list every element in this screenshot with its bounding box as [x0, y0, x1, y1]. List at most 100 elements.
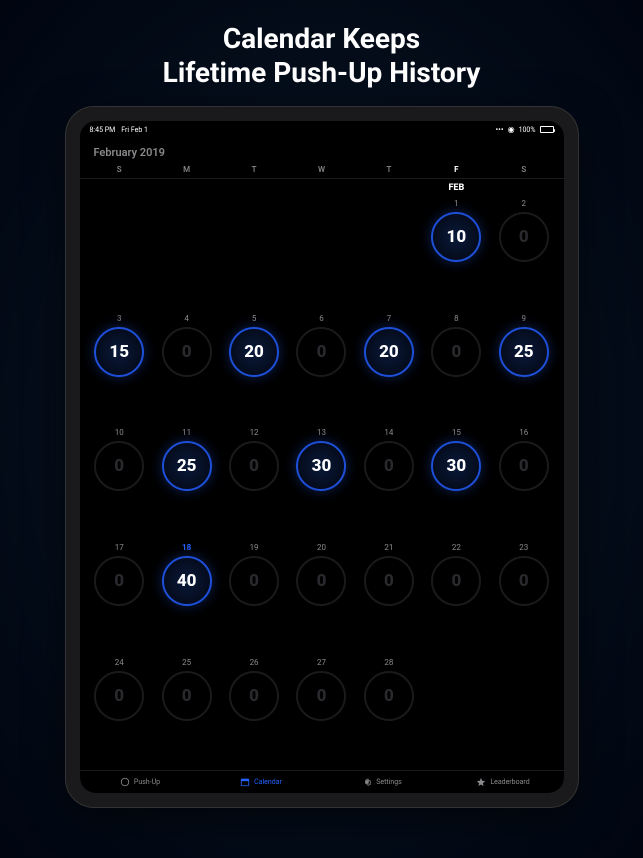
marketing-headline: Calendar Keeps Lifetime Push-Up History [163, 22, 481, 89]
tab-label: Settings [376, 778, 402, 786]
day-circle[interactable]: 0 [431, 327, 481, 377]
day-circle[interactable]: 0 [94, 671, 144, 721]
day-cell[interactable]: 1530 [423, 424, 490, 539]
day-cell[interactable]: 80 [423, 310, 490, 425]
signal-icon: ◉ [508, 125, 515, 134]
day-number: 27 [317, 658, 326, 667]
weekday-label: W [288, 165, 355, 178]
tab-calendar[interactable]: Calendar [201, 777, 322, 787]
day-number: 9 [522, 314, 527, 323]
status-right: ••• ◉ 100% [495, 125, 553, 134]
day-circle[interactable]: 0 [499, 556, 549, 606]
day-cell[interactable]: 315 [86, 310, 153, 425]
day-cell[interactable]: 170 [86, 539, 153, 654]
day-number: 10 [115, 428, 124, 437]
day-cell[interactable]: 20 [490, 195, 557, 310]
day-circle[interactable]: 10 [431, 212, 481, 262]
tab-settings[interactable]: Settings [322, 777, 443, 787]
day-circle[interactable]: 0 [499, 212, 549, 262]
day-circle[interactable]: 0 [364, 441, 414, 491]
day-number: 11 [182, 428, 191, 437]
day-number: 1 [454, 199, 459, 208]
tablet-screen: 8:45 PM Fri Feb 1 ••• ◉ 100% February 20… [80, 121, 564, 793]
month-abbr: FEB [423, 183, 490, 193]
day-cell[interactable]: 230 [490, 539, 557, 654]
day-circle[interactable]: 0 [364, 556, 414, 606]
day-cell[interactable]: 210 [355, 539, 422, 654]
day-circle[interactable]: 30 [431, 441, 481, 491]
day-circle[interactable]: 25 [162, 441, 212, 491]
day-number: 13 [317, 428, 326, 437]
star-icon [476, 777, 486, 787]
day-cell[interactable]: 280 [355, 654, 422, 769]
day-cell[interactable]: 270 [288, 654, 355, 769]
day-circle[interactable]: 0 [229, 441, 279, 491]
weekday-label: S [490, 165, 557, 178]
day-number: 25 [182, 658, 191, 667]
day-cell[interactable]: 160 [490, 424, 557, 539]
day-cell[interactable]: 1125 [153, 424, 220, 539]
weekday-label: F [423, 165, 490, 178]
day-cell[interactable]: 240 [86, 654, 153, 769]
status-time: 8:45 PM [90, 126, 116, 134]
day-cell[interactable]: 140 [355, 424, 422, 539]
day-cell[interactable]: 1840 [153, 539, 220, 654]
day-cell[interactable]: 120 [220, 424, 287, 539]
day-cell[interactable]: 520 [220, 310, 287, 425]
day-number: 5 [252, 314, 257, 323]
day-cell[interactable]: 260 [220, 654, 287, 769]
calendar-icon [240, 777, 250, 787]
day-circle[interactable]: 40 [162, 556, 212, 606]
day-circle[interactable]: 0 [364, 671, 414, 721]
day-number: 24 [115, 658, 124, 667]
calendar-grid: 1102031540520607208092510011251201330140… [80, 193, 564, 770]
day-cell[interactable]: 110 [423, 195, 490, 310]
day-cell [220, 195, 287, 310]
day-cell [153, 195, 220, 310]
day-cell[interactable]: 1330 [288, 424, 355, 539]
weekday-label: T [355, 165, 422, 178]
tablet-frame: 8:45 PM Fri Feb 1 ••• ◉ 100% February 20… [66, 107, 578, 807]
day-cell[interactable]: 60 [288, 310, 355, 425]
day-circle[interactable]: 0 [296, 327, 346, 377]
day-circle[interactable]: 25 [499, 327, 549, 377]
day-cell [288, 195, 355, 310]
day-number: 6 [319, 314, 324, 323]
day-circle[interactable]: 0 [499, 441, 549, 491]
day-number: 18 [182, 543, 191, 552]
wifi-icon: ••• [495, 125, 503, 134]
tab-bar: Push-Up Calendar Settings Leaderboard [80, 770, 564, 793]
tab-label: Calendar [254, 778, 282, 786]
day-cell[interactable]: 925 [490, 310, 557, 425]
day-number: 15 [452, 428, 461, 437]
day-cell[interactable]: 720 [355, 310, 422, 425]
tab-label: Leaderboard [490, 778, 529, 786]
day-circle[interactable]: 0 [162, 671, 212, 721]
day-circle[interactable]: 0 [229, 556, 279, 606]
day-circle[interactable]: 20 [229, 327, 279, 377]
day-circle[interactable]: 0 [162, 327, 212, 377]
day-circle[interactable]: 15 [94, 327, 144, 377]
day-circle[interactable]: 30 [296, 441, 346, 491]
status-left: 8:45 PM Fri Feb 1 [90, 126, 148, 134]
day-circle[interactable]: 0 [296, 671, 346, 721]
day-circle[interactable]: 0 [431, 556, 481, 606]
day-circle[interactable]: 20 [364, 327, 414, 377]
tab-leaderboard[interactable]: Leaderboard [443, 777, 564, 787]
day-cell [423, 654, 490, 769]
day-cell[interactable]: 100 [86, 424, 153, 539]
day-circle[interactable]: 0 [94, 556, 144, 606]
day-cell[interactable]: 40 [153, 310, 220, 425]
day-circle[interactable]: 0 [229, 671, 279, 721]
day-number: 12 [250, 428, 259, 437]
day-cell[interactable]: 250 [153, 654, 220, 769]
day-number: 20 [317, 543, 326, 552]
status-date: Fri Feb 1 [121, 126, 148, 134]
tab-push-up[interactable]: Push-Up [80, 777, 201, 787]
day-cell[interactable]: 190 [220, 539, 287, 654]
day-cell[interactable]: 200 [288, 539, 355, 654]
day-circle[interactable]: 0 [296, 556, 346, 606]
day-cell[interactable]: 220 [423, 539, 490, 654]
day-circle[interactable]: 0 [94, 441, 144, 491]
day-number: 19 [250, 543, 259, 552]
